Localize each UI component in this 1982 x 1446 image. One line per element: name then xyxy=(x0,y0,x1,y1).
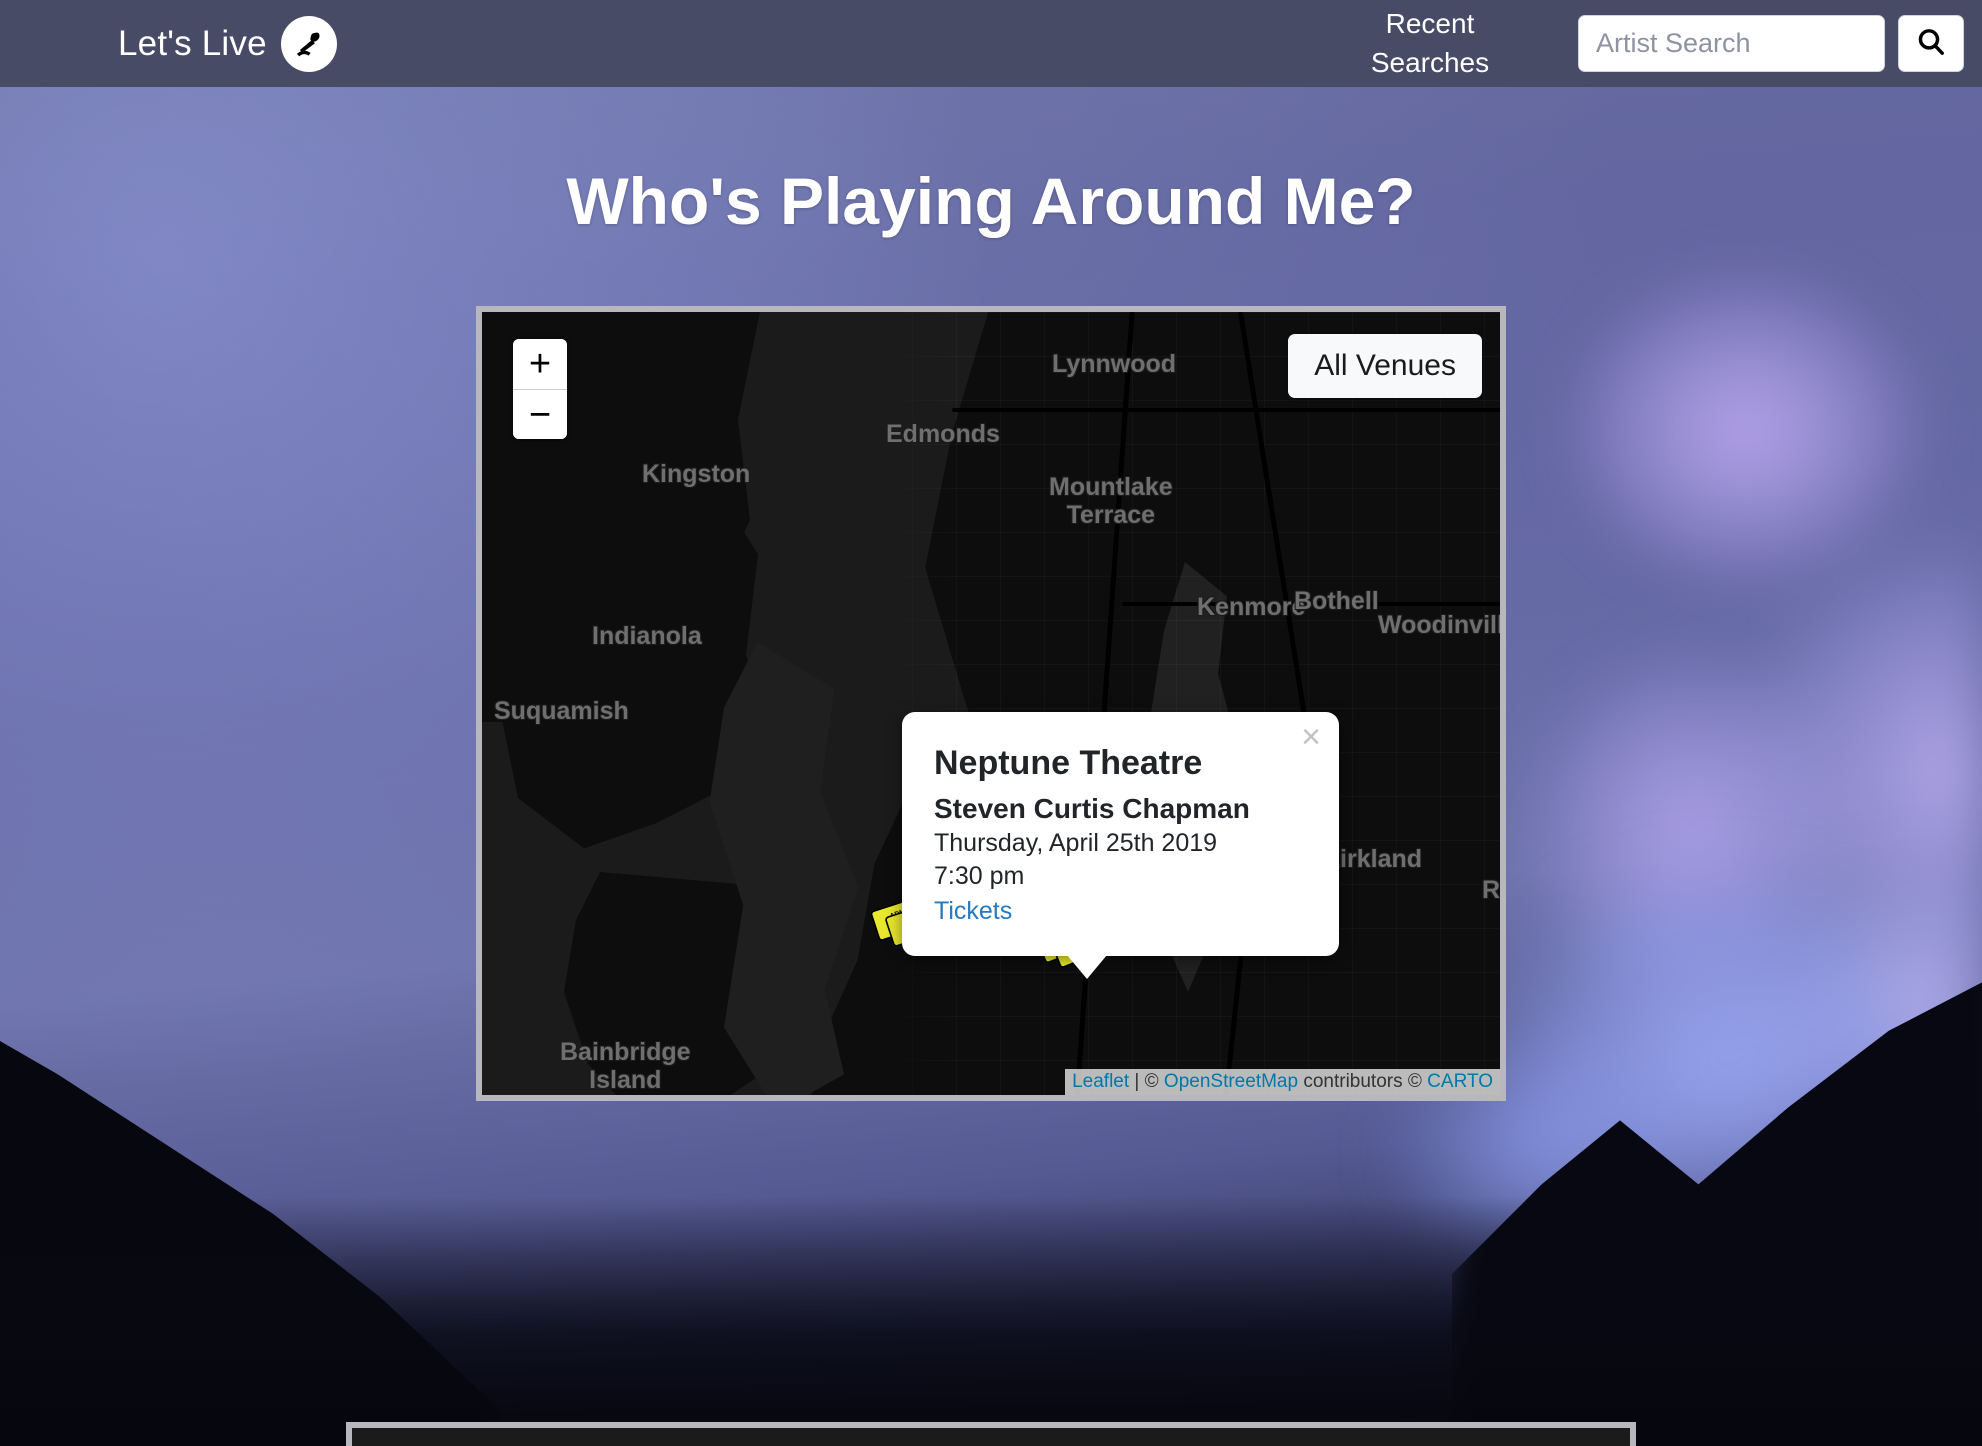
popup-event-date: Thursday, April 25th 2019 xyxy=(934,829,1218,857)
brand-name: Let's Live xyxy=(118,23,267,63)
navbar-right: Recent Searches xyxy=(1350,5,1964,82)
background-foreground-dark xyxy=(0,1196,1982,1446)
openstreetmap-link[interactable]: OpenStreetMap xyxy=(1164,1071,1298,1092)
map-attribution: Leaflet | © OpenStreetMap contributors ©… xyxy=(1065,1069,1500,1095)
popup-venue-name: Neptune Theatre xyxy=(934,744,1203,782)
below-fold-panel xyxy=(346,1422,1636,1446)
carto-link[interactable]: CARTO xyxy=(1427,1071,1493,1092)
map-highway-522 xyxy=(1122,602,1500,606)
attribution-separator: | xyxy=(1129,1071,1145,1092)
page-root: Let's Live Recent Searches Artist Search… xyxy=(0,0,1982,1446)
venue-map[interactable]: Lynnwood North Edmonds Kingston Mountlak… xyxy=(476,306,1506,1101)
artist-search-form xyxy=(1578,15,1964,72)
popup-event-time: 7:30 pm xyxy=(934,862,1025,890)
venue-popup: × Neptune Theatre Steven Curtis Chapman … xyxy=(902,712,1339,979)
attribution-contributors: contributors xyxy=(1298,1071,1408,1092)
zoom-in-button[interactable]: + xyxy=(513,339,567,389)
search-icon xyxy=(1915,26,1947,61)
recent-searches-link[interactable]: Recent Searches xyxy=(1350,5,1510,82)
attribution-copyright-1: © xyxy=(1144,1071,1164,1092)
attribution-copyright-2: © xyxy=(1407,1071,1428,1092)
tickets-link[interactable]: Tickets xyxy=(934,897,1012,926)
page-title: Who's Playing Around Me? xyxy=(566,164,1416,238)
search-button[interactable] xyxy=(1898,15,1964,72)
popup-artist-name: Steven Curtis Chapman xyxy=(934,793,1250,824)
all-venues-button[interactable]: All Venues xyxy=(1288,334,1482,398)
brand-link[interactable]: Let's Live xyxy=(118,15,337,72)
map-zoom-controls: + − xyxy=(513,339,567,439)
microphone-icon xyxy=(280,15,337,72)
navbar: Let's Live Recent Searches xyxy=(0,0,1982,87)
close-icon[interactable]: × xyxy=(1297,716,1325,758)
zoom-out-button[interactable]: − xyxy=(513,389,567,439)
map-road-grid xyxy=(482,312,1500,1095)
map-tiles xyxy=(482,312,1500,1095)
map-highway-524 xyxy=(952,408,1500,412)
leaflet-link[interactable]: Leaflet xyxy=(1072,1071,1129,1092)
search-input[interactable] xyxy=(1578,15,1885,72)
